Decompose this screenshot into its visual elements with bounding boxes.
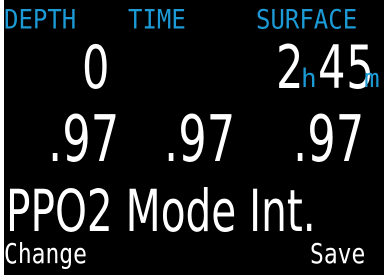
ppo2-value-2: .97: [164, 103, 236, 177]
time-label: TIME: [128, 3, 186, 36]
surface-hours: 2: [276, 33, 305, 103]
surface-hours-unit: h: [301, 64, 317, 94]
save-softkey[interactable]: Save: [310, 240, 365, 268]
surface-minutes-unit: m: [364, 64, 380, 94]
mode-title: PPO2 Mode Int.: [6, 177, 316, 245]
change-softkey[interactable]: Change: [4, 240, 87, 268]
depth-value: 0: [82, 33, 111, 103]
ppo2-value-1: .97: [48, 103, 120, 177]
depth-label: DEPTH: [4, 3, 77, 36]
surface-label: SURFACE: [256, 3, 358, 36]
dive-computer-screen: DEPTH TIME SURFACE 0 2 h 45 m .97 .97 .9…: [4, 0, 384, 275]
ppo2-value-3: .97: [293, 103, 365, 177]
